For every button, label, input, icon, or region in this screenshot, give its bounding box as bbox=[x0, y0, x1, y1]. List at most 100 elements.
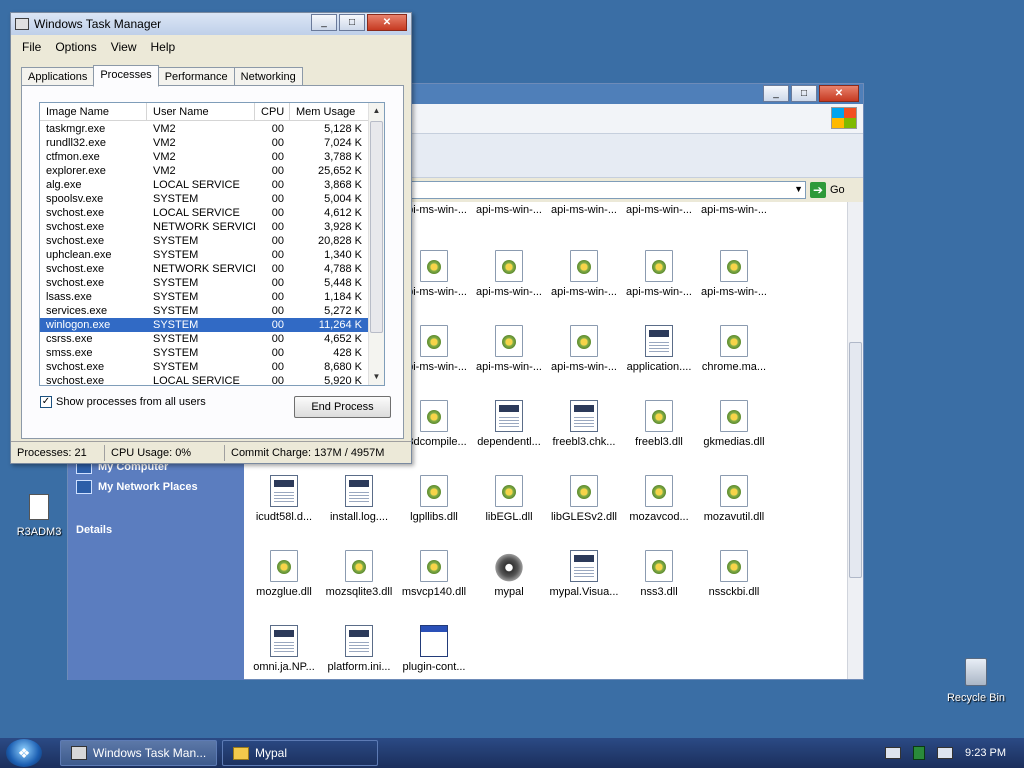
maximize-button[interactable]: □ bbox=[339, 14, 365, 31]
desktop-icon-r3adm3[interactable]: R3ADM3 bbox=[12, 494, 66, 538]
close-button[interactable]: ✕ bbox=[819, 85, 859, 102]
column-image-name[interactable]: Image Name bbox=[40, 103, 147, 120]
table-row[interactable]: winlogon.exe SYSTEM 00 11,264 K bbox=[40, 318, 370, 332]
file-item[interactable]: api-ms-win-... bbox=[471, 250, 547, 298]
file-item[interactable]: mozavcod... bbox=[621, 475, 697, 523]
table-row[interactable]: taskmgr.exe VM2 00 5,128 K bbox=[40, 122, 370, 136]
file-item[interactable]: api-ms-win-... bbox=[696, 250, 772, 298]
dll-file-icon bbox=[570, 325, 598, 357]
chevron-down-icon[interactable]: ▼ bbox=[794, 184, 803, 194]
file-name: api-ms-win-... bbox=[550, 361, 617, 373]
task-manager-tray-icon[interactable] bbox=[913, 746, 926, 760]
file-item[interactable]: nss3.dll bbox=[621, 550, 697, 598]
checkbox-check-icon[interactable]: ✓ bbox=[40, 396, 52, 408]
file-item[interactable]: plugin-cont... bbox=[396, 625, 472, 673]
taskbar-button-task-manager[interactable]: Windows Task Man... bbox=[60, 740, 217, 766]
show-all-processes-checkbox[interactable]: ✓ Show processes from all users bbox=[40, 396, 206, 408]
minimize-button[interactable]: _ bbox=[763, 85, 789, 102]
tab-processes[interactable]: Processes bbox=[93, 65, 159, 87]
start-button[interactable]: ❖ bbox=[6, 739, 42, 767]
file-item[interactable]: freebl3.chk... bbox=[546, 400, 622, 448]
file-item[interactable]: api-ms-win-... bbox=[546, 250, 622, 298]
file-item[interactable]: omni.ja.NP... bbox=[246, 625, 322, 673]
file-item[interactable]: lgpllibs.dll bbox=[396, 475, 472, 523]
table-row[interactable]: svchost.exe NETWORK SERVICE 00 4,788 K bbox=[40, 262, 370, 276]
table-row[interactable]: svchost.exe LOCAL SERVICE 00 4,612 K bbox=[40, 206, 370, 220]
side-link-my-network-places[interactable]: My Network Places bbox=[76, 480, 198, 494]
file-item[interactable]: api-ms-win-... bbox=[621, 202, 697, 216]
details-heading[interactable]: Details bbox=[76, 524, 112, 536]
file-item[interactable]: api-ms-win-... bbox=[621, 250, 697, 298]
file-item[interactable]: api-ms-win-... bbox=[546, 202, 622, 216]
table-row[interactable]: svchost.exe SYSTEM 00 8,680 K bbox=[40, 360, 370, 374]
table-row[interactable]: svchost.exe SYSTEM 00 5,448 K bbox=[40, 276, 370, 290]
go-arrow-icon: ➔ bbox=[810, 182, 826, 198]
end-process-button[interactable]: End Process bbox=[294, 396, 391, 418]
scroll-up-icon[interactable]: ▲ bbox=[369, 103, 384, 119]
file-item[interactable]: api-ms-win-... bbox=[546, 325, 622, 373]
explorer-scrollbar[interactable] bbox=[847, 202, 863, 679]
tab-applications[interactable]: Applications bbox=[21, 67, 95, 86]
file-item[interactable]: nssckbi.dll bbox=[696, 550, 772, 598]
menu-view[interactable]: View bbox=[104, 40, 144, 54]
table-row[interactable]: spoolsv.exe SYSTEM 00 5,004 K bbox=[40, 192, 370, 206]
scroll-thumb[interactable] bbox=[370, 121, 383, 333]
tab-networking[interactable]: Networking bbox=[233, 67, 303, 86]
file-item[interactable]: api-ms-win-... bbox=[471, 325, 547, 373]
go-button[interactable]: ➔ Go bbox=[810, 181, 858, 199]
keyboard-icon[interactable] bbox=[885, 747, 902, 759]
column-mem-usage[interactable]: Mem Usage bbox=[290, 103, 370, 120]
file-item[interactable]: api-ms-win-... bbox=[471, 202, 547, 216]
table-row[interactable]: svchost.exe NETWORK SERVICE 00 3,928 K bbox=[40, 220, 370, 234]
menu-help[interactable]: Help bbox=[144, 40, 183, 54]
network-icon[interactable] bbox=[937, 747, 954, 759]
maximize-button[interactable]: □ bbox=[791, 85, 817, 102]
table-row[interactable]: alg.exe LOCAL SERVICE 00 3,868 K bbox=[40, 178, 370, 192]
file-item[interactable]: libGLESv2.dll bbox=[546, 475, 622, 523]
file-item[interactable]: icudt58l.d... bbox=[246, 475, 322, 523]
file-item[interactable]: gkmedias.dll bbox=[696, 400, 772, 448]
table-row[interactable]: uphclean.exe SYSTEM 00 1,340 K bbox=[40, 248, 370, 262]
close-button[interactable]: ✕ bbox=[367, 14, 407, 31]
file-item[interactable]: freebl3.dll bbox=[621, 400, 697, 448]
file-name: msvcp140.dll bbox=[401, 586, 467, 598]
file-item[interactable]: chrome.ma... bbox=[696, 325, 772, 373]
table-row[interactable]: csrss.exe SYSTEM 00 4,652 K bbox=[40, 332, 370, 346]
clock[interactable]: 9:23 PM bbox=[965, 747, 1006, 759]
minimize-button[interactable]: _ bbox=[311, 14, 337, 31]
file-item[interactable]: libEGL.dll bbox=[471, 475, 547, 523]
table-row[interactable]: rundll32.exe VM2 00 7,024 K bbox=[40, 136, 370, 150]
tab-performance[interactable]: Performance bbox=[157, 67, 235, 86]
file-item[interactable]: install.log.... bbox=[321, 475, 397, 523]
file-item[interactable]: api-ms-win-... bbox=[696, 202, 772, 216]
column-cpu[interactable]: CPU bbox=[255, 103, 290, 120]
file-item[interactable]: msvcp140.dll bbox=[396, 550, 472, 598]
file-item[interactable]: mozavutil.dll bbox=[696, 475, 772, 523]
desktop-icon-recycle-bin[interactable]: Recycle Bin bbox=[940, 658, 1012, 704]
table-row[interactable]: svchost.exe LOCAL SERVICE 00 5,920 K bbox=[40, 374, 370, 385]
menu-file[interactable]: File bbox=[15, 40, 48, 54]
file-name: api-ms-win-... bbox=[550, 204, 617, 216]
file-item[interactable]: application.... bbox=[621, 325, 697, 373]
table-row[interactable]: smss.exe SYSTEM 00 428 K bbox=[40, 346, 370, 360]
table-row[interactable]: services.exe SYSTEM 00 5,272 K bbox=[40, 304, 370, 318]
menu-options[interactable]: Options bbox=[48, 40, 103, 54]
taskbar-button-mypal[interactable]: Mypal bbox=[222, 740, 378, 766]
table-row[interactable]: explorer.exe VM2 00 25,652 K bbox=[40, 164, 370, 178]
file-item[interactable]: dependentl... bbox=[471, 400, 547, 448]
scroll-thumb[interactable] bbox=[849, 342, 862, 578]
column-user-name[interactable]: User Name bbox=[147, 103, 255, 120]
file-item[interactable]: mypal bbox=[471, 550, 547, 598]
process-list-scrollbar[interactable]: ▲ ▼ bbox=[368, 103, 384, 385]
document-icon bbox=[495, 400, 523, 432]
file-item[interactable]: mozglue.dll bbox=[246, 550, 322, 598]
file-item[interactable]: platform.ini... bbox=[321, 625, 397, 673]
table-row[interactable]: svchost.exe SYSTEM 00 20,828 K bbox=[40, 234, 370, 248]
scroll-down-icon[interactable]: ▼ bbox=[369, 369, 384, 385]
file-item[interactable]: mypal.Visua... bbox=[546, 550, 622, 598]
cell-user: LOCAL SERVICE bbox=[153, 207, 240, 219]
file-item[interactable]: mozsqlite3.dll bbox=[321, 550, 397, 598]
table-row[interactable]: lsass.exe SYSTEM 00 1,184 K bbox=[40, 290, 370, 304]
table-row[interactable]: ctfmon.exe VM2 00 3,788 K bbox=[40, 150, 370, 164]
task-manager-title-bar[interactable]: Windows Task Manager _ □ ✕ bbox=[11, 13, 411, 35]
